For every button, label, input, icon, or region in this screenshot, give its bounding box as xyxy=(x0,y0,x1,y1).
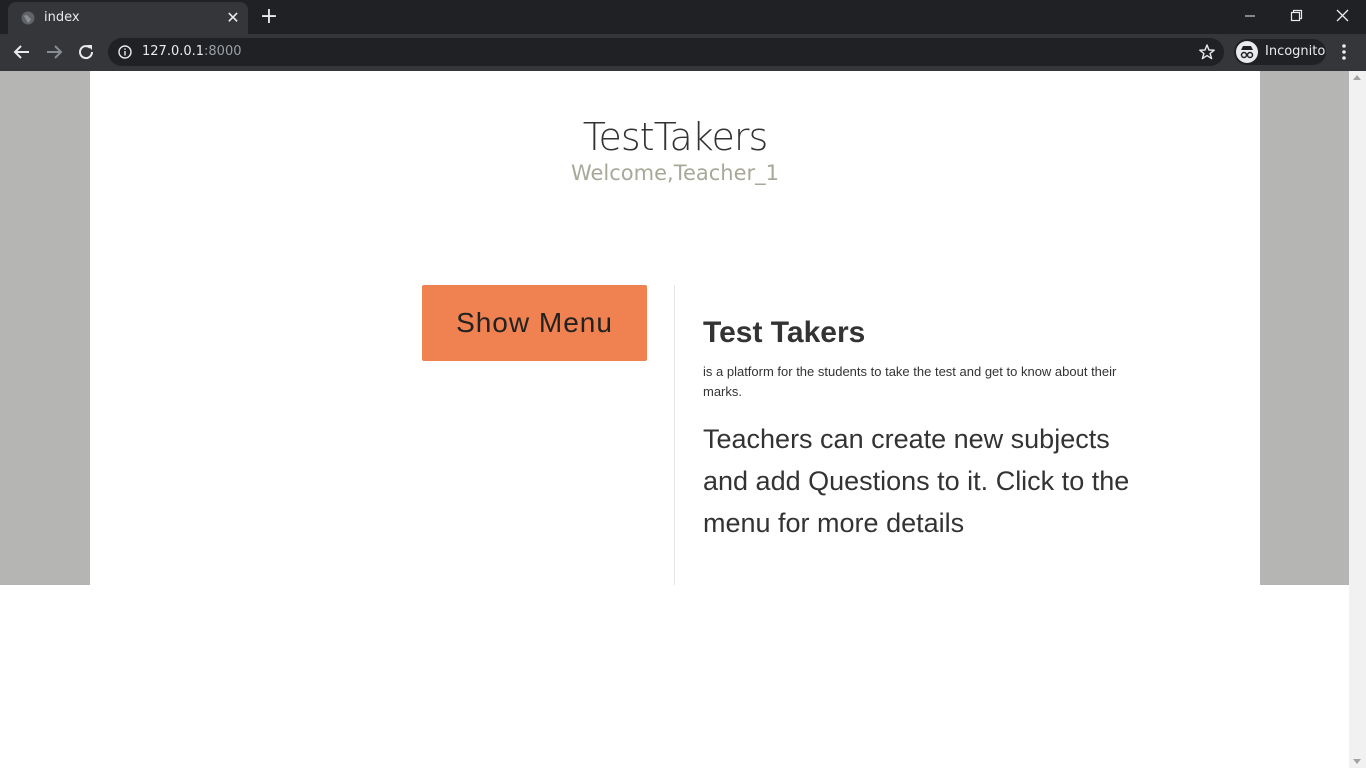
close-window-icon xyxy=(1336,9,1349,22)
info-description: is a platform for the students to take t… xyxy=(703,364,1117,399)
column-divider xyxy=(674,285,675,585)
back-arrow-icon xyxy=(13,45,29,59)
restore-icon xyxy=(1290,9,1303,22)
page-viewport: TestTakers Welcome,Teacher_1 Show Menu T… xyxy=(0,71,1349,768)
incognito-icon xyxy=(1236,41,1258,63)
new-tab-button[interactable]: + xyxy=(258,6,280,28)
welcome-text: Welcome,Teacher_1 xyxy=(570,161,780,185)
close-window-button[interactable] xyxy=(1330,4,1356,28)
more-menu-icon xyxy=(1342,44,1346,60)
incognito-indicator[interactable]: Incognito xyxy=(1234,39,1326,65)
url-text[interactable]: 127.0.0.1:8000 xyxy=(142,44,242,59)
scroll-down-arrow-icon[interactable] xyxy=(1353,759,1361,764)
forward-button[interactable] xyxy=(43,41,65,63)
forward-arrow-icon xyxy=(47,45,63,59)
reload-button[interactable] xyxy=(75,41,97,63)
tab-close-icon[interactable]: ✕ xyxy=(224,9,242,27)
scroll-up-arrow-icon[interactable] xyxy=(1353,75,1361,80)
back-button[interactable] xyxy=(11,41,33,63)
info-teachers-text: Teachers can create new subjects and add… xyxy=(703,424,1130,538)
browser-toolbar: 127.0.0.1:8000 Incognito xyxy=(0,34,1366,71)
globe-icon xyxy=(21,11,35,25)
incognito-label: Incognito xyxy=(1265,44,1326,59)
show-menu-button[interactable]: Show Menu xyxy=(422,285,647,361)
restore-button[interactable] xyxy=(1284,4,1310,28)
browser-tab[interactable]: index ✕ xyxy=(8,2,248,34)
info-icon[interactable] xyxy=(118,45,132,59)
more-menu-button[interactable] xyxy=(1336,42,1352,64)
site-title: TestTakers xyxy=(582,115,769,159)
url-port: :8000 xyxy=(204,44,242,59)
vertical-scrollbar[interactable] xyxy=(1349,71,1366,768)
browser-tabstrip: index ✕ + xyxy=(0,0,1366,34)
tab-title: index xyxy=(44,10,80,25)
info-heading: Test Takers xyxy=(703,316,866,349)
url-host: 127.0.0.1 xyxy=(142,44,205,59)
star-icon[interactable] xyxy=(1198,43,1216,61)
minimize-icon xyxy=(1245,15,1255,17)
minimize-button[interactable] xyxy=(1238,4,1264,28)
reload-icon xyxy=(79,45,94,60)
address-bar[interactable]: 127.0.0.1:8000 xyxy=(108,38,1224,66)
content-container: TestTakers Welcome,Teacher_1 Show Menu T… xyxy=(90,71,1260,585)
info-panel: Test Takers is a platform for the studen… xyxy=(703,316,1143,544)
